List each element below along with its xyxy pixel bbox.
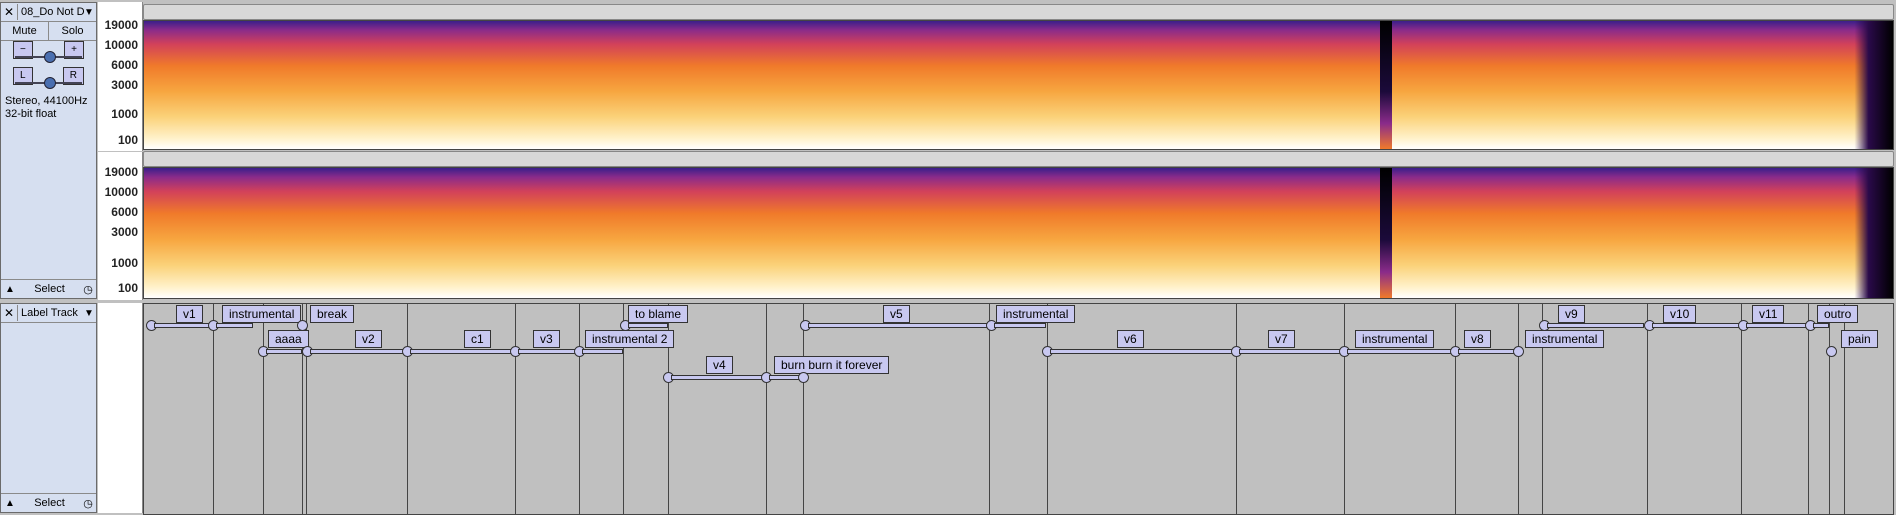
label-span[interactable] bbox=[1547, 323, 1644, 328]
label-span[interactable] bbox=[1347, 349, 1455, 354]
label-span[interactable] bbox=[808, 323, 988, 328]
solo-button[interactable]: Solo bbox=[49, 22, 96, 40]
frequency-ruler-bottom: 19000 10000 6000 3000 1000 100 bbox=[98, 152, 143, 300]
label-v11[interactable]: v11 bbox=[1752, 305, 1785, 323]
chevron-down-icon[interactable]: ▼ bbox=[84, 308, 96, 319]
tick-label: 19000 bbox=[104, 165, 138, 179]
pan-slider[interactable]: L R bbox=[1, 67, 96, 93]
label-v1[interactable]: v1 bbox=[176, 305, 203, 323]
track-info: Stereo, 44100Hz 32-bit float bbox=[1, 93, 96, 123]
label-v3[interactable]: v3 bbox=[533, 330, 560, 348]
spectrogram-left-channel[interactable] bbox=[143, 20, 1894, 150]
track-format: Stereo, 44100Hz bbox=[5, 95, 88, 107]
tick-label: 100 bbox=[117, 133, 138, 147]
collapse-icon[interactable]: ▲ bbox=[1, 498, 19, 509]
frequency-ruler-top: 19000 10000 6000 3000 1000 100 bbox=[98, 2, 143, 151]
label-pain[interactable]: pain bbox=[1841, 330, 1878, 348]
label-handle[interactable] bbox=[1513, 346, 1524, 357]
pan-knob[interactable] bbox=[44, 77, 56, 89]
label-span[interactable] bbox=[154, 323, 213, 328]
tick-label: 6000 bbox=[111, 205, 138, 219]
tick-label: 100 bbox=[117, 281, 138, 295]
gain-knob[interactable] bbox=[44, 51, 56, 63]
label-span[interactable] bbox=[1746, 323, 1808, 328]
tick-label: 1000 bbox=[111, 256, 138, 270]
sync-clock-icon[interactable]: ◷ bbox=[80, 283, 96, 296]
audio-track-panel: ✕ 08_Do Not D ▼ Mute Solo − + L R Stereo… bbox=[0, 2, 97, 299]
label-span[interactable] bbox=[1458, 349, 1518, 354]
label-burn-burn-it-forever[interactable]: burn burn it forever bbox=[774, 356, 890, 374]
tick-label: 10000 bbox=[104, 185, 138, 199]
label-span[interactable] bbox=[216, 323, 253, 328]
label-instrumental-2[interactable]: instrumental 2 bbox=[585, 330, 675, 348]
track-bitdepth: 32-bit float bbox=[5, 108, 57, 120]
label-v9[interactable]: v9 bbox=[1558, 305, 1585, 323]
label-span[interactable] bbox=[671, 375, 766, 380]
select-button[interactable]: Select bbox=[19, 497, 80, 509]
label-c1[interactable]: c1 bbox=[464, 330, 491, 348]
label-instrumental[interactable]: instrumental bbox=[222, 305, 302, 323]
close-icon: ✕ bbox=[3, 306, 15, 320]
label-track-area[interactable]: v1 instrumental break to blame v5 instru… bbox=[143, 303, 1894, 515]
tick-label: 10000 bbox=[104, 38, 138, 52]
label-instrumental[interactable]: instrumental bbox=[1525, 330, 1605, 348]
label-v4[interactable]: v4 bbox=[706, 356, 733, 374]
label-to-blame[interactable]: to blame bbox=[628, 305, 689, 323]
label-span[interactable] bbox=[1652, 323, 1741, 328]
label-track-panel: ✕ Label Track ▼ ▲ Select ◷ bbox=[0, 303, 97, 513]
tick-label: 1000 bbox=[111, 107, 138, 121]
label-v2[interactable]: v2 bbox=[355, 330, 382, 348]
tick-label: 3000 bbox=[111, 78, 138, 92]
label-outro[interactable]: outro bbox=[1817, 305, 1859, 323]
label-span[interactable] bbox=[1050, 349, 1236, 354]
select-button[interactable]: Select bbox=[19, 283, 80, 295]
channel-handle-top[interactable] bbox=[143, 4, 1894, 20]
tick-label: 19000 bbox=[104, 18, 138, 32]
close-icon: ✕ bbox=[3, 5, 15, 19]
tick-label: 3000 bbox=[111, 225, 138, 239]
label-handle[interactable] bbox=[1826, 346, 1837, 357]
label-span[interactable] bbox=[310, 349, 407, 354]
label-instrumental[interactable]: instrumental bbox=[996, 305, 1076, 323]
label-span[interactable] bbox=[1239, 349, 1344, 354]
label-handle[interactable] bbox=[798, 372, 809, 383]
label-aaaa[interactable]: aaaa bbox=[268, 330, 309, 348]
track-name-menu[interactable]: 08_Do Not D bbox=[18, 6, 84, 18]
close-track-button[interactable]: ✕ bbox=[1, 4, 18, 20]
label-span[interactable] bbox=[266, 349, 302, 354]
label-break[interactable]: break bbox=[310, 305, 355, 323]
label-span[interactable] bbox=[1813, 323, 1829, 328]
label-span[interactable] bbox=[518, 349, 579, 354]
track-name-menu[interactable]: Label Track bbox=[18, 307, 84, 319]
label-v5[interactable]: v5 bbox=[883, 305, 910, 323]
spectrogram-right-channel[interactable] bbox=[143, 167, 1894, 299]
label-v7[interactable]: v7 bbox=[1268, 330, 1295, 348]
collapse-icon[interactable]: ▲ bbox=[1, 284, 19, 295]
label-track-ruler-blank bbox=[98, 303, 143, 513]
close-track-button[interactable]: ✕ bbox=[1, 305, 18, 321]
label-span[interactable] bbox=[628, 323, 668, 328]
label-instrumental[interactable]: instrumental bbox=[1355, 330, 1435, 348]
label-span[interactable] bbox=[994, 323, 1046, 328]
label-span[interactable] bbox=[582, 349, 623, 354]
label-span[interactable] bbox=[410, 349, 515, 354]
gain-slider[interactable]: − + bbox=[1, 41, 96, 67]
label-v10[interactable]: v10 bbox=[1663, 305, 1697, 323]
mute-button[interactable]: Mute bbox=[1, 22, 49, 40]
label-v8[interactable]: v8 bbox=[1464, 330, 1491, 348]
channel-handle-bottom[interactable] bbox=[143, 151, 1894, 167]
chevron-down-icon[interactable]: ▼ bbox=[84, 7, 96, 18]
label-v6[interactable]: v6 bbox=[1117, 330, 1144, 348]
tick-label: 6000 bbox=[111, 58, 138, 72]
sync-clock-icon[interactable]: ◷ bbox=[80, 497, 96, 510]
